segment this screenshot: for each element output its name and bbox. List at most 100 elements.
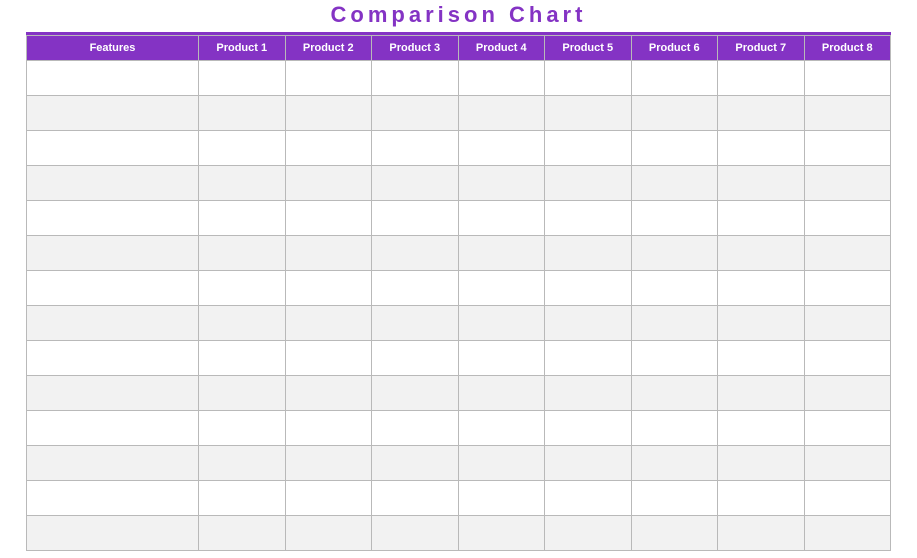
table-cell[interactable] bbox=[199, 96, 286, 131]
table-cell[interactable] bbox=[631, 201, 718, 236]
table-cell[interactable] bbox=[285, 96, 372, 131]
table-cell[interactable] bbox=[631, 341, 718, 376]
table-cell[interactable] bbox=[27, 201, 199, 236]
table-cell[interactable] bbox=[458, 411, 545, 446]
table-cell[interactable] bbox=[631, 236, 718, 271]
table-cell[interactable] bbox=[804, 166, 891, 201]
table-cell[interactable] bbox=[804, 446, 891, 481]
table-cell[interactable] bbox=[458, 61, 545, 96]
table-cell[interactable] bbox=[804, 341, 891, 376]
table-cell[interactable] bbox=[718, 271, 805, 306]
table-cell[interactable] bbox=[718, 236, 805, 271]
table-cell[interactable] bbox=[285, 516, 372, 551]
table-cell[interactable] bbox=[718, 166, 805, 201]
table-cell[interactable] bbox=[718, 481, 805, 516]
table-cell[interactable] bbox=[27, 96, 199, 131]
table-cell[interactable] bbox=[804, 516, 891, 551]
table-cell[interactable] bbox=[199, 481, 286, 516]
table-cell[interactable] bbox=[372, 271, 459, 306]
table-cell[interactable] bbox=[718, 96, 805, 131]
table-cell[interactable] bbox=[631, 131, 718, 166]
table-cell[interactable] bbox=[545, 306, 632, 341]
table-cell[interactable] bbox=[804, 306, 891, 341]
table-cell[interactable] bbox=[27, 236, 199, 271]
table-cell[interactable] bbox=[285, 271, 372, 306]
table-cell[interactable] bbox=[199, 236, 286, 271]
table-cell[interactable] bbox=[458, 131, 545, 166]
table-cell[interactable] bbox=[27, 271, 199, 306]
table-cell[interactable] bbox=[804, 201, 891, 236]
table-cell[interactable] bbox=[27, 446, 199, 481]
table-cell[interactable] bbox=[372, 96, 459, 131]
table-cell[interactable] bbox=[804, 271, 891, 306]
table-cell[interactable] bbox=[545, 131, 632, 166]
table-cell[interactable] bbox=[804, 96, 891, 131]
table-cell[interactable] bbox=[458, 516, 545, 551]
table-cell[interactable] bbox=[458, 306, 545, 341]
table-cell[interactable] bbox=[458, 236, 545, 271]
table-cell[interactable] bbox=[372, 376, 459, 411]
table-cell[interactable] bbox=[545, 411, 632, 446]
table-cell[interactable] bbox=[545, 341, 632, 376]
table-cell[interactable] bbox=[27, 376, 199, 411]
table-cell[interactable] bbox=[199, 376, 286, 411]
table-cell[interactable] bbox=[545, 236, 632, 271]
table-cell[interactable] bbox=[458, 271, 545, 306]
table-cell[interactable] bbox=[631, 446, 718, 481]
table-cell[interactable] bbox=[545, 201, 632, 236]
table-cell[interactable] bbox=[718, 516, 805, 551]
table-cell[interactable] bbox=[27, 411, 199, 446]
table-cell[interactable] bbox=[804, 481, 891, 516]
table-cell[interactable] bbox=[199, 411, 286, 446]
table-cell[interactable] bbox=[372, 446, 459, 481]
table-cell[interactable] bbox=[285, 376, 372, 411]
table-cell[interactable] bbox=[27, 61, 199, 96]
table-cell[interactable] bbox=[285, 481, 372, 516]
table-cell[interactable] bbox=[458, 166, 545, 201]
table-cell[interactable] bbox=[545, 271, 632, 306]
table-cell[interactable] bbox=[27, 481, 199, 516]
table-cell[interactable] bbox=[199, 516, 286, 551]
table-cell[interactable] bbox=[285, 131, 372, 166]
table-cell[interactable] bbox=[27, 306, 199, 341]
table-cell[interactable] bbox=[631, 271, 718, 306]
table-cell[interactable] bbox=[458, 96, 545, 131]
table-cell[interactable] bbox=[804, 236, 891, 271]
table-cell[interactable] bbox=[372, 236, 459, 271]
table-cell[interactable] bbox=[372, 61, 459, 96]
table-cell[interactable] bbox=[285, 411, 372, 446]
table-cell[interactable] bbox=[458, 201, 545, 236]
table-cell[interactable] bbox=[804, 376, 891, 411]
table-cell[interactable] bbox=[545, 446, 632, 481]
table-cell[interactable] bbox=[458, 481, 545, 516]
table-cell[interactable] bbox=[199, 341, 286, 376]
table-cell[interactable] bbox=[27, 516, 199, 551]
table-cell[interactable] bbox=[285, 446, 372, 481]
table-cell[interactable] bbox=[372, 341, 459, 376]
table-cell[interactable] bbox=[372, 166, 459, 201]
table-cell[interactable] bbox=[372, 131, 459, 166]
table-cell[interactable] bbox=[27, 166, 199, 201]
table-cell[interactable] bbox=[545, 376, 632, 411]
table-cell[interactable] bbox=[718, 201, 805, 236]
table-cell[interactable] bbox=[718, 131, 805, 166]
table-cell[interactable] bbox=[804, 131, 891, 166]
table-cell[interactable] bbox=[545, 166, 632, 201]
table-cell[interactable] bbox=[27, 341, 199, 376]
table-cell[interactable] bbox=[631, 481, 718, 516]
table-cell[interactable] bbox=[458, 446, 545, 481]
table-cell[interactable] bbox=[372, 481, 459, 516]
table-cell[interactable] bbox=[372, 306, 459, 341]
table-cell[interactable] bbox=[27, 131, 199, 166]
table-cell[interactable] bbox=[199, 61, 286, 96]
table-cell[interactable] bbox=[285, 341, 372, 376]
table-cell[interactable] bbox=[285, 306, 372, 341]
table-cell[interactable] bbox=[718, 376, 805, 411]
table-cell[interactable] bbox=[631, 61, 718, 96]
table-cell[interactable] bbox=[372, 201, 459, 236]
table-cell[interactable] bbox=[631, 516, 718, 551]
table-cell[interactable] bbox=[458, 376, 545, 411]
table-cell[interactable] bbox=[199, 201, 286, 236]
table-cell[interactable] bbox=[631, 411, 718, 446]
table-cell[interactable] bbox=[631, 306, 718, 341]
